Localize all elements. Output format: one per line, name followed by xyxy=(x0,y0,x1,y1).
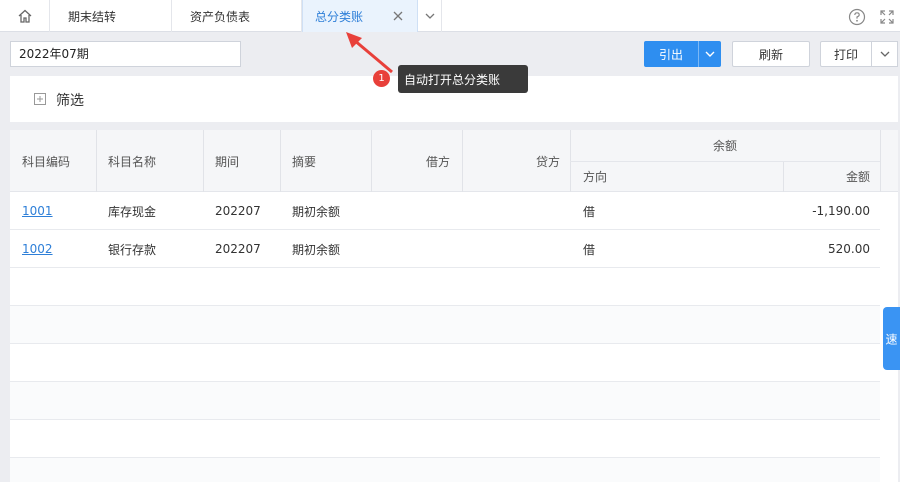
tab-balance-sheet[interactable]: 资产负债表 xyxy=(172,0,302,32)
period-cell: 202207 xyxy=(215,242,261,256)
print-dropdown-button[interactable] xyxy=(872,41,898,67)
header-credit: 贷方 xyxy=(535,154,560,169)
period-cell: 202207 xyxy=(215,204,261,218)
step-badge: 1 xyxy=(373,70,390,87)
column-divider xyxy=(462,130,463,192)
empty-row xyxy=(10,306,880,344)
ledger-table: 科目编码 科目名称 期间 摘要 借方 贷方 余额 方向 金额 1001 库存现金… xyxy=(10,130,898,482)
credit-cell xyxy=(462,192,560,230)
chevron-down-icon xyxy=(425,13,434,19)
column-divider xyxy=(280,130,281,192)
export-dropdown-button[interactable] xyxy=(698,41,721,67)
column-divider xyxy=(783,161,784,192)
account-code-link[interactable]: 1001 xyxy=(22,192,53,230)
account-name: 库存现金 xyxy=(108,204,157,219)
refresh-label: 刷新 xyxy=(758,47,783,62)
header-balance: 余额 xyxy=(712,139,737,153)
summary-cell: 期初余额 xyxy=(292,242,341,257)
refresh-button[interactable]: 刷新 xyxy=(732,41,810,67)
chevron-down-icon xyxy=(880,51,889,57)
credit-cell xyxy=(462,230,560,268)
header-amount: 金额 xyxy=(845,170,870,184)
direction-cell: 借 xyxy=(583,242,596,257)
column-divider xyxy=(880,130,881,192)
annotation-arrow-icon xyxy=(346,32,393,74)
header-code: 科目编码 xyxy=(22,154,71,169)
empty-row xyxy=(10,382,880,420)
quick-access-side-tab[interactable]: 速 xyxy=(883,307,900,370)
chevron-down-icon xyxy=(705,51,715,57)
column-divider xyxy=(96,130,97,192)
account-code-link[interactable]: 1002 xyxy=(22,230,53,268)
table-row: 1002 银行存款 202207 期初余额 借 520.00 xyxy=(10,230,880,268)
header-split-line xyxy=(570,161,880,162)
column-divider xyxy=(203,130,204,192)
export-label: 引出 xyxy=(658,47,683,62)
print-label: 打印 xyxy=(833,47,858,62)
fullscreen-icon[interactable] xyxy=(878,8,896,26)
period-selector[interactable]: 2022年07期 xyxy=(10,41,241,67)
amount-cell: 520.00 xyxy=(828,242,870,256)
annotation-text: 自动打开总分类账 xyxy=(404,72,501,87)
help-icon[interactable] xyxy=(848,8,866,26)
header-summary: 摘要 xyxy=(292,154,317,169)
header-period: 期间 xyxy=(215,154,240,169)
tab-bar: 期末结转 资产负债表 总分类账 xyxy=(0,0,900,32)
column-divider xyxy=(371,130,372,192)
header-debit: 借方 xyxy=(425,154,450,169)
debit-cell xyxy=(372,192,450,230)
expand-plus-icon[interactable] xyxy=(34,93,46,105)
empty-row xyxy=(10,268,880,306)
table-header: 科目编码 科目名称 期间 摘要 借方 贷方 余额 方向 金额 xyxy=(10,130,898,192)
close-icon[interactable] xyxy=(391,9,405,23)
side-tab-label: 速 xyxy=(884,332,898,345)
empty-row xyxy=(10,344,880,382)
direction-cell: 借 xyxy=(583,204,596,219)
export-button[interactable]: 引出 xyxy=(644,41,698,67)
header-direction: 方向 xyxy=(583,170,608,184)
annotation-tooltip: 自动打开总分类账 xyxy=(398,65,528,93)
home-icon xyxy=(18,9,31,23)
empty-row xyxy=(10,458,880,482)
table-row: 1001 库存现金 202207 期初余额 借 -1,190.00 xyxy=(10,192,880,230)
home-tab[interactable] xyxy=(0,0,50,32)
account-name: 银行存款 xyxy=(108,242,157,257)
filter-toggle[interactable]: 筛选 xyxy=(56,90,84,110)
print-button[interactable]: 打印 xyxy=(820,41,872,67)
amount-cell: -1,190.00 xyxy=(812,204,870,218)
tab-overflow-button[interactable] xyxy=(418,0,442,32)
empty-row xyxy=(10,420,880,458)
tab-period-end-transfer[interactable]: 期末结转 xyxy=(50,0,172,32)
header-name: 科目名称 xyxy=(108,154,157,169)
tab-label: 期末结转 xyxy=(68,9,117,24)
summary-cell: 期初余额 xyxy=(292,204,341,219)
debit-cell xyxy=(372,230,450,268)
tab-label: 总分类账 xyxy=(315,9,364,24)
tab-label: 资产负债表 xyxy=(190,9,251,24)
